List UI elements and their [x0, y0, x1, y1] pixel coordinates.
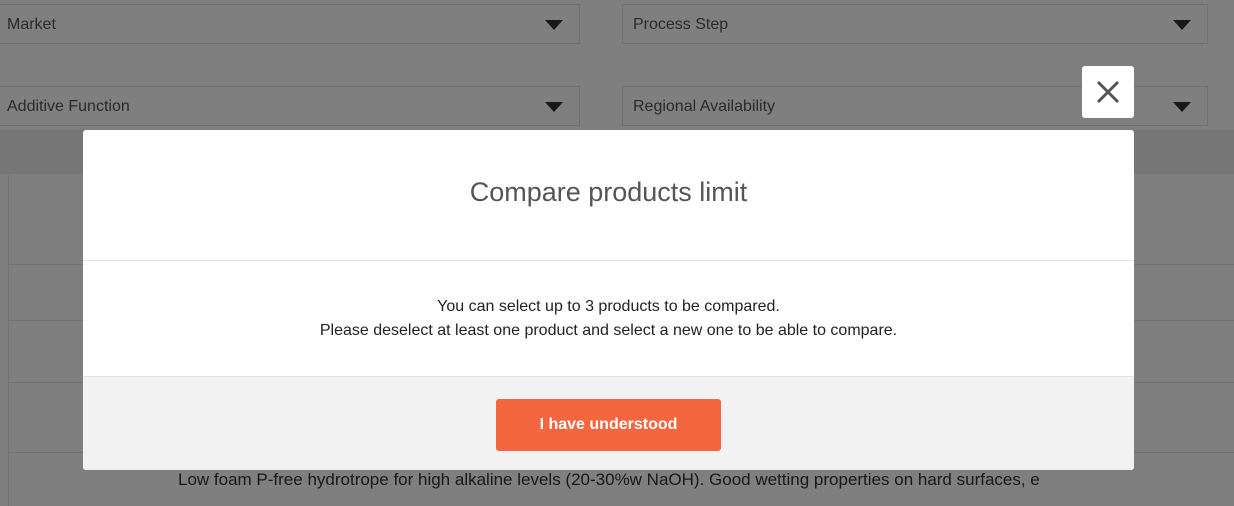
modal-body: You can select up to 3 products to be co…: [83, 261, 1134, 376]
compare-limit-modal: Compare products limit You can select up…: [83, 130, 1134, 470]
modal-title: Compare products limit: [469, 176, 748, 207]
close-modal-button[interactable]: [1082, 66, 1134, 118]
understood-button[interactable]: I have understood: [496, 399, 721, 451]
close-icon: [1096, 80, 1120, 104]
modal-header: Compare products limit: [83, 130, 1134, 261]
modal-footer: I have understood: [83, 376, 1134, 470]
modal-message-line-1: You can select up to 3 products to be co…: [437, 297, 780, 315]
modal-message-line-2: Please deselect at least one product and…: [319, 321, 898, 339]
